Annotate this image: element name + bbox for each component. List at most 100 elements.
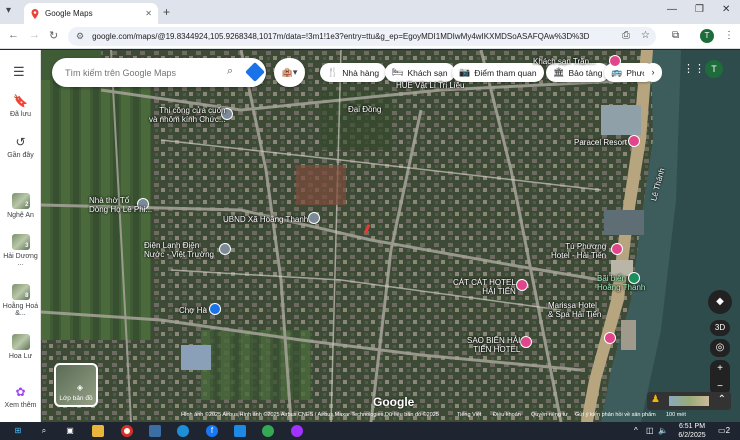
volume-icon[interactable]: 🔈 <box>658 426 668 435</box>
sidebar-item-recent[interactable]: ↺ Gần đây <box>0 135 41 159</box>
install-app-icon[interactable]: ⎙ <box>622 30 630 41</box>
account-avatar[interactable]: T <box>705 60 723 78</box>
chip-hotels[interactable]: 🛏 Khách sạn <box>385 63 455 82</box>
address-bar[interactable]: ⚙ google.com/maps/@19.8344924,105.926834… <box>68 27 656 46</box>
place-label[interactable]: Tú Phương Hotel - Hải Tiến <box>551 242 606 260</box>
pegman-icon[interactable]: ♟ <box>651 394 660 405</box>
zoom-in-icon[interactable]: + <box>710 360 730 378</box>
camera-app-icon[interactable] <box>149 425 161 437</box>
recent-place-label: Nghệ An <box>7 212 34 219</box>
sidebar-more[interactable]: ✿ Xem thêm <box>0 385 41 409</box>
minimize-icon[interactable]: — <box>667 4 677 15</box>
recent-place-hoang-hoa[interactable]: 8 Hoằng Hoá &... <box>0 284 41 317</box>
place-pin-icon[interactable] <box>219 243 231 255</box>
maps-favicon-icon <box>31 8 39 19</box>
chrome-icon[interactable] <box>121 425 133 437</box>
back-icon[interactable]: ← <box>8 29 19 41</box>
extensions-icon[interactable]: ⧉ <box>672 30 679 41</box>
language-link[interactable]: Tiếng Việt <box>457 412 481 418</box>
tab-search-icon[interactable]: ▾ <box>6 5 11 16</box>
fork-knife-icon: 🍴 <box>327 67 339 77</box>
hotel-pin-icon[interactable] <box>520 336 532 348</box>
close-tab-icon[interactable]: ✕ <box>145 9 152 18</box>
place-thumbnail: 8 <box>11 284 30 300</box>
chip-attractions[interactable]: 📷 Điểm tham quan <box>452 63 544 82</box>
chip-label: Nhà hàng <box>342 67 380 78</box>
imagery-thumbnails[interactable] <box>669 396 709 406</box>
terms-link[interactable]: Điều khoản <box>493 412 521 418</box>
place-label[interactable]: UBND Xã Hoằng Thanh <box>223 215 308 224</box>
search-icon[interactable]: ⌕ <box>227 65 233 78</box>
restore-icon[interactable]: ❐ <box>695 4 704 15</box>
pegman-imagery-bar[interactable]: ♟ ⌃ <box>647 392 731 410</box>
chips-next-button[interactable]: › <box>644 63 662 82</box>
my-location-icon[interactable]: ◎ <box>710 339 730 357</box>
zoom-control: + − <box>710 360 730 396</box>
hotel-pin-icon[interactable] <box>628 135 640 147</box>
chip-restaurants[interactable]: 🍴 Nhà hàng <box>320 63 387 82</box>
site-info-icon[interactable]: ⚙ <box>76 31 84 42</box>
windows-taskbar: ⊞ ⌕ ▣ f ^ ◫ 🔈 6:51 PM 6/2/2025 ▭2 <box>0 422 740 440</box>
expand-imagery-icon[interactable]: ⌃ <box>718 394 726 405</box>
new-tab-button[interactable]: + <box>163 5 170 19</box>
messenger-icon[interactable] <box>291 425 303 437</box>
place-label[interactable]: Nhà thờ Tổ Dòng Họ Lê Phi... <box>89 196 152 214</box>
hotel-pin-icon[interactable] <box>609 55 621 67</box>
satellite-map[interactable]: ⌕ 🏨▾ 🍴Nhà hàng 🛏Khách sạn 📷Điểm tham qua… <box>41 50 740 422</box>
place-label[interactable]: Điện Lạnh Điện Nước - Việt Trường <box>144 241 214 259</box>
hotel-pin-icon[interactable] <box>516 279 528 291</box>
windows-start-icon[interactable]: ⊞ <box>12 425 24 437</box>
recent-place-nghe-an[interactable]: 2 Nghệ An <box>0 193 41 219</box>
layers-button[interactable]: ◈ Lớp bản đồ <box>54 363 98 407</box>
chip-label: Điểm tham quan <box>474 67 537 78</box>
place-label[interactable]: CÁT CÁT HOTEL HẢI TIẾN <box>453 278 516 296</box>
hotel-filter-button[interactable]: 🏨▾ <box>274 58 305 87</box>
sidebar-item-saved[interactable]: 🔖 Đã lưu <box>0 94 41 118</box>
hotel-pin-icon[interactable] <box>604 332 616 344</box>
profile-avatar[interactable]: T <box>700 29 714 43</box>
recent-place-hoa-lu[interactable]: Hoa Lư <box>0 334 41 360</box>
tab-google-maps[interactable]: Google Maps ✕ <box>24 3 158 24</box>
market-pin-icon[interactable] <box>209 303 221 315</box>
place-thumbnail: 3 <box>11 234 30 250</box>
privacy-link[interactable]: Quyền riêng tư <box>531 412 568 418</box>
close-window-icon[interactable]: ✕ <box>722 4 730 15</box>
place-label[interactable]: SAO BIỂN HẢI TIẾN HOTEL <box>467 336 520 354</box>
forward-icon[interactable]: → <box>29 29 40 41</box>
attribution-text: Hình ảnh ©2025 Airbus,Hình ảnh ©2025 Air… <box>181 412 439 418</box>
edge-icon[interactable] <box>177 425 189 437</box>
app-green-icon[interactable] <box>262 425 274 437</box>
task-view-icon[interactable]: ▣ <box>64 425 76 437</box>
notifications-icon[interactable]: ▭2 <box>718 426 730 435</box>
place-label[interactable]: Bãi biển Hoằng Thanh <box>597 274 645 292</box>
star-icon[interactable]: ☆ <box>641 30 650 41</box>
hotel-pin-icon[interactable] <box>611 243 623 255</box>
facebook-icon[interactable]: f <box>206 425 218 437</box>
compass-icon[interactable]: ◆ <box>708 290 732 314</box>
directions-icon[interactable] <box>245 62 265 82</box>
recent-place-label: Hoa Lư <box>8 353 33 360</box>
menu-icon[interactable]: ☰ <box>13 64 25 80</box>
place-label[interactable]: Marissa Hotel & Spa Hải Tiến <box>548 301 601 319</box>
search-box[interactable]: ⌕ <box>52 58 266 87</box>
search-taskbar-icon[interactable]: ⌕ <box>38 425 50 437</box>
history-icon: ↺ <box>15 135 26 149</box>
scale-label[interactable]: 100 mét <box>666 412 686 418</box>
address-toolbar: ← → ↻ ⚙ google.com/maps/@19.8344924,105.… <box>0 24 740 49</box>
file-explorer-icon[interactable] <box>92 425 104 437</box>
reload-icon[interactable]: ↻ <box>49 29 58 42</box>
search-input[interactable] <box>65 67 215 78</box>
system-clock[interactable]: 6:51 PM 6/2/2025 <box>670 422 714 440</box>
place-label[interactable]: Khách sạn Trần... <box>533 57 596 66</box>
network-icon[interactable]: ◫ <box>646 426 654 435</box>
place-label[interactable]: Thi công cửa cuốn và nhôm kính Chức... <box>149 106 226 124</box>
place-label[interactable]: Paracel Resort <box>574 138 627 147</box>
recent-place-hai-duong[interactable]: 3 Hải Dương ... <box>0 234 41 267</box>
feedback-link[interactable]: Gửi ý kiến phản hồi về sản phẩm <box>575 412 656 418</box>
tilt-3d-button[interactable]: 3D <box>710 320 730 336</box>
place-pin-icon[interactable] <box>308 212 320 224</box>
zalo-icon[interactable] <box>234 425 246 437</box>
place-label[interactable]: Chợ Hà <box>179 306 207 315</box>
tray-chevron-icon[interactable]: ^ <box>634 426 638 435</box>
more-menu-icon[interactable]: ⋮ <box>724 30 734 41</box>
